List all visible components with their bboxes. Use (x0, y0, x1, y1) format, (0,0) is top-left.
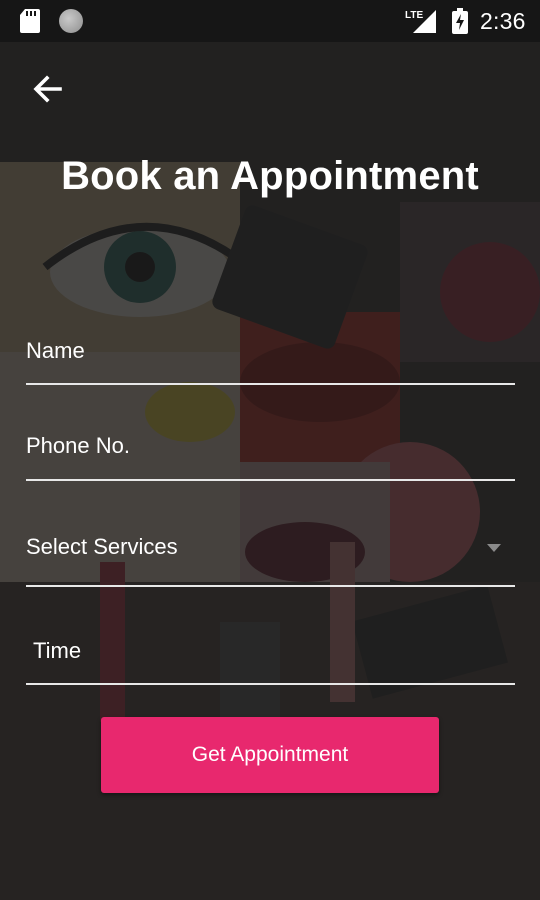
phone-field-label: Phone No. (26, 433, 130, 458)
status-bar: LTE 2:36 (0, 0, 540, 42)
select-services-label: Select Services (26, 534, 178, 559)
get-appointment-button-label: Get Appointment (191, 743, 349, 766)
time-field[interactable]: Time (26, 622, 515, 685)
status-time: 2:36 (480, 8, 526, 34)
page-title: Book an Appointment (61, 154, 479, 198)
phone-field[interactable]: Phone No. (26, 416, 515, 481)
name-field[interactable]: Name (26, 320, 515, 385)
lte-signal-icon: LTE (405, 10, 436, 33)
arrow-left-icon[interactable] (28, 70, 68, 110)
battery-charging-icon (452, 8, 468, 34)
circle-notification-icon (59, 9, 83, 33)
time-field-label: Time (33, 638, 82, 663)
select-services-dropdown[interactable]: Select Services (26, 518, 515, 587)
name-field-label: Name (26, 338, 85, 363)
dropdown-arrow-icon[interactable] (487, 544, 501, 552)
sd-card-icon (20, 9, 40, 33)
get-appointment-button[interactable]: Get Appointment (101, 717, 439, 793)
svg-text:LTE: LTE (405, 10, 423, 21)
